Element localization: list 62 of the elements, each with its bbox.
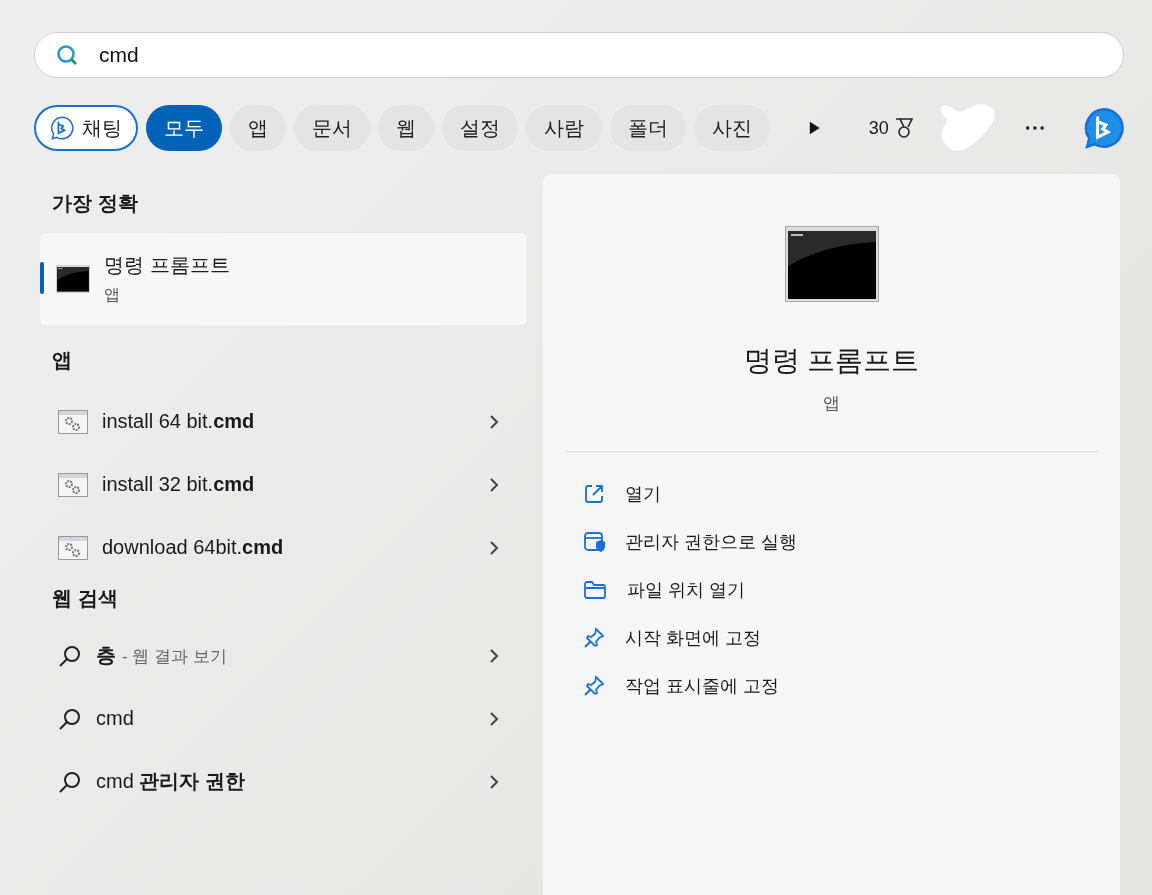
- filter-chip[interactable]: 문서: [294, 105, 370, 151]
- section-heading: 앱: [51, 348, 73, 373]
- search-icon: [58, 706, 82, 731]
- script-file-icon: [58, 409, 88, 434]
- app-result[interactable]: install 64 bit.cmd: [40, 390, 527, 453]
- search-icon: [58, 643, 82, 668]
- detail-title: 명령 프롬프트: [743, 344, 920, 378]
- best-match-card[interactable]: 명령 프롬프트 앱: [40, 233, 527, 325]
- shield-window-icon: [583, 531, 605, 553]
- action-item[interactable]: 파일 위치 열기: [543, 566, 1120, 614]
- action-item[interactable]: 시작 화면에 고정: [543, 614, 1120, 662]
- terminal-icon: [56, 265, 90, 293]
- search-query: cmd 관리자 권한: [96, 770, 245, 792]
- web-result[interactable]: cmd 관리자 권한: [40, 750, 527, 813]
- result-type: 앱: [104, 285, 121, 305]
- result-title: 명령 프롬프트: [104, 253, 230, 278]
- action-item[interactable]: 작업 표시줄에 고정: [543, 662, 1120, 710]
- detail-type: 앱: [823, 393, 840, 415]
- filter-chip[interactable]: 모두: [146, 105, 222, 151]
- copilot-chat-icon: [1082, 105, 1124, 151]
- script-file-icon: [58, 472, 88, 497]
- search-field[interactable]: cmd: [34, 32, 1124, 78]
- search-query: cmd: [96, 707, 134, 729]
- result-hint: - 웹 결과 보기: [122, 647, 227, 666]
- filter-chip[interactable]: 채팅: [34, 105, 138, 151]
- action-item[interactable]: 관리자 권한으로 실행: [543, 518, 1120, 566]
- pin-icon: [583, 675, 605, 697]
- play-icon[interactable]: [808, 120, 821, 136]
- script-file-icon: [58, 535, 88, 560]
- result-title: install 64 bit.cmd: [102, 410, 256, 433]
- filter-chip[interactable]: 웹: [378, 105, 434, 151]
- search-query: 층: [96, 644, 116, 666]
- section-heading: 웹 검색: [51, 586, 119, 611]
- result-title: install 32 bit.cmd: [102, 473, 256, 496]
- chevron-right-icon: [489, 647, 499, 664]
- filter-chip[interactable]: 사진: [694, 105, 770, 151]
- action-item[interactable]: 열기: [543, 470, 1120, 518]
- section-heading: 가장 정확: [51, 191, 139, 216]
- chevron-right-icon: [489, 476, 499, 493]
- chevron-right-icon: [489, 413, 499, 430]
- result-title: download 64bit.cmd: [102, 536, 285, 559]
- chevron-right-icon: [489, 773, 499, 790]
- points-count[interactable]: 30: [868, 117, 915, 139]
- filter-chip[interactable]: 폴더: [610, 105, 686, 151]
- terminal-preview-icon: [784, 226, 879, 302]
- web-result[interactable]: cmd: [40, 687, 527, 750]
- chat-bubble-icon: [50, 116, 74, 140]
- app-result[interactable]: install 32 bit.cmd: [40, 453, 527, 516]
- chevron-right-icon: [489, 710, 499, 727]
- filter-chip[interactable]: 사람: [526, 105, 602, 151]
- chevron-right-icon: [489, 539, 499, 556]
- external-link-icon: [583, 483, 605, 505]
- web-result[interactable]: 층 - 웹 결과 보기: [40, 624, 527, 687]
- pin-icon: [583, 627, 605, 649]
- filter-chip[interactable]: 설정: [442, 105, 518, 151]
- search-icon: [56, 44, 78, 66]
- filter-chip[interactable]: 앱: [230, 105, 286, 151]
- search-icon: [58, 769, 82, 794]
- more-icon[interactable]: [1024, 125, 1045, 131]
- app-result[interactable]: download 64bit.cmd: [40, 516, 527, 579]
- selection-indicator: [40, 262, 44, 294]
- folder-icon: [583, 580, 607, 600]
